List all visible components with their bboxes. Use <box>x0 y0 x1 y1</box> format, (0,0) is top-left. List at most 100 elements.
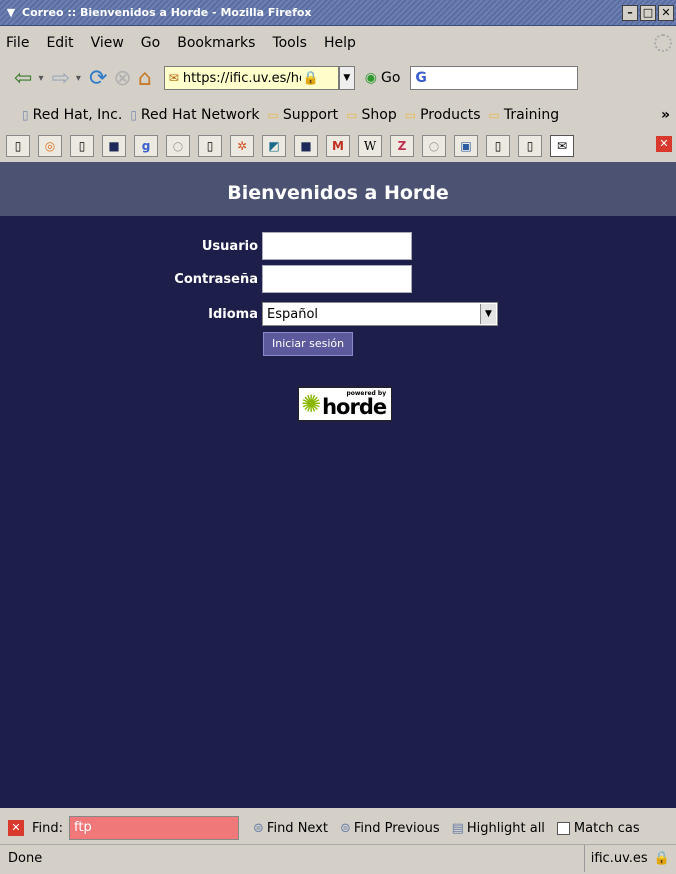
stop-icon[interactable]: ⊗ <box>113 66 131 91</box>
window-title: Correo :: Bienvenidos a Horde - Mozilla … <box>22 6 312 19</box>
lock-icon[interactable]: 🔒 <box>654 851 670 866</box>
highlight-icon: ▤ <box>451 820 464 836</box>
security-domain[interactable]: ific.uv.es 🔒 <box>583 845 676 872</box>
tab-circle-icon[interactable]: ○ <box>422 135 446 157</box>
bookmark-folder-support[interactable]: ▭ Support <box>267 107 338 123</box>
search-input[interactable]: G <box>410 66 579 90</box>
menu-tools[interactable]: Tools <box>272 35 307 51</box>
maximize-icon[interactable]: □ <box>640 4 656 21</box>
forward-icon[interactable]: ⇨ <box>51 66 69 91</box>
page-content: Bienvenidos a Horde Usuario Contraseña I… <box>0 162 676 808</box>
tab-wikipedia-icon[interactable]: W <box>358 135 382 157</box>
language-label: Idioma <box>208 306 258 322</box>
bookmarks-toolbar: ▯ Red Hat, Inc. ▯ Red Hat Network ▭ Supp… <box>0 100 676 130</box>
password-row: Contraseña <box>0 265 412 293</box>
find-next-button[interactable]: ⊜ Find Next <box>253 821 328 836</box>
bookmark-folder-products[interactable]: ▭ Products <box>405 107 481 123</box>
status-bar: Done ific.uv.es 🔒 <box>0 844 676 872</box>
bookmarks-overflow-chevron-icon[interactable]: » <box>661 107 670 123</box>
close-find-bar-icon[interactable]: ✕ <box>8 820 24 836</box>
go-button[interactable]: ◉ Go <box>365 70 401 86</box>
url-dropdown-icon[interactable]: ▼ <box>338 66 355 90</box>
tab-bar: ▯ ◎ ▯ ■ g ○ ▯ ✲ ◩ ■ M W Z ○ ▣ ▯ ▯ ✉ <box>0 132 676 160</box>
bookmark-label: Red Hat, Inc. <box>32 107 123 123</box>
language-select[interactable]: Español ▼ <box>262 302 498 326</box>
horde-name: horde <box>322 394 387 419</box>
tab-google-icon[interactable]: g <box>134 135 158 157</box>
menu-help[interactable]: Help <box>324 35 356 51</box>
window-menu-icon[interactable]: ▼ <box>4 6 18 20</box>
page-title: Bienvenidos a Horde <box>0 162 676 216</box>
find-bar: ✕ Find: ftp ⊜ Find Next ⊜ Find Previous … <box>0 814 676 842</box>
highlight-label: Highlight all <box>466 820 545 836</box>
navigation-toolbar: ⇦ ▾ ⇨ ▾ ⟳ ⊗ ⌂ ✉ https://ific.uv.es/hor 🔒… <box>0 58 676 98</box>
minimize-icon[interactable]: – <box>622 4 638 21</box>
horde-gear-icon: ✺ <box>301 390 322 418</box>
chevron-down-icon[interactable]: ▼ <box>480 304 496 324</box>
find-previous-button[interactable]: ⊜ Find Previous <box>340 821 440 836</box>
home-icon[interactable]: ⌂ <box>138 66 152 91</box>
page-icon: ▯ <box>130 108 137 122</box>
password-label: Contraseña <box>174 271 258 287</box>
password-input[interactable] <box>262 265 412 293</box>
close-tab-icon[interactable]: ✕ <box>656 136 672 152</box>
back-history-arrow-icon[interactable]: ▾ <box>38 73 43 84</box>
bookmark-red-hat-inc[interactable]: ▯ Red Hat, Inc. <box>22 107 122 123</box>
go-label: Go <box>381 70 401 86</box>
close-icon[interactable]: ✕ <box>658 4 674 21</box>
tab-z-icon[interactable]: Z <box>390 135 414 157</box>
login-button[interactable]: Iniciar sesión <box>263 332 354 356</box>
menu-edit[interactable]: Edit <box>46 35 73 51</box>
find-next-icon: ⊜ <box>253 820 264 836</box>
tab-blank-page-icon[interactable]: ▯ <box>70 135 94 157</box>
tab-dark-square-icon[interactable]: ■ <box>294 135 318 157</box>
find-previous-icon: ⊜ <box>339 820 351 836</box>
bookmark-folder-training[interactable]: ▭ Training <box>489 107 560 123</box>
bookmark-red-hat-network[interactable]: ▯ Red Hat Network <box>130 107 259 123</box>
url-text[interactable]: https://ific.uv.es/hor <box>183 71 301 86</box>
tab-mega-icon[interactable]: M <box>326 135 350 157</box>
bookmark-folder-shop[interactable]: ▭ Shop <box>346 107 397 123</box>
window-title-bar: ▼ Correo :: Bienvenidos a Horde - Mozill… <box>0 0 676 26</box>
bookmark-label: Training <box>503 107 560 123</box>
tab-ubuntu-icon[interactable]: ✲ <box>230 135 254 157</box>
language-row: Idioma Español ▼ <box>0 302 498 326</box>
lock-icon[interactable]: 🔒 <box>303 71 319 86</box>
menu-file[interactable]: File <box>6 35 29 51</box>
menu-go[interactable]: Go <box>141 35 160 51</box>
username-input[interactable] <box>262 232 412 260</box>
tab-blue-box-icon[interactable]: ▣ <box>454 135 478 157</box>
checkbox-icon[interactable] <box>556 821 570 835</box>
folder-icon: ▭ <box>404 108 417 122</box>
tab-blank-page-icon[interactable]: ▯ <box>518 135 542 157</box>
back-icon[interactable]: ⇦ <box>14 66 32 91</box>
page-icon: ▯ <box>22 108 29 122</box>
match-case-checkbox[interactable]: Match cas <box>556 820 640 836</box>
tab-dark-square-icon[interactable]: ■ <box>102 135 126 157</box>
find-input[interactable]: ftp <box>69 816 240 840</box>
go-icon: ◉ <box>364 70 377 86</box>
find-next-label: Find Next <box>266 820 328 836</box>
forward-history-arrow-icon[interactable]: ▾ <box>76 73 81 84</box>
bookmark-label: Products <box>420 107 481 123</box>
tab-firefox-icon[interactable]: ◎ <box>38 135 62 157</box>
mail-favicon-icon: ✉ <box>168 71 179 85</box>
match-case-label: Match cas <box>573 820 640 836</box>
menu-bookmarks[interactable]: Bookmarks <box>177 35 255 51</box>
tab-blank-page-icon[interactable]: ▯ <box>6 135 30 157</box>
tab-blank-page-icon[interactable]: ▯ <box>198 135 222 157</box>
highlight-all-button[interactable]: ▤ Highlight all <box>452 821 545 836</box>
google-icon[interactable]: G <box>415 70 427 86</box>
domain-text: ific.uv.es <box>590 851 648 866</box>
tab-blank-page-icon[interactable]: ▯ <box>486 135 510 157</box>
find-label: Find: <box>32 820 64 836</box>
tab-image-icon[interactable]: ◩ <box>262 135 286 157</box>
menu-view[interactable]: View <box>91 35 124 51</box>
bookmark-label: Red Hat Network <box>140 107 260 123</box>
tab-mail-icon[interactable]: ✉ <box>550 135 574 157</box>
powered-by-horde-logo[interactable]: ✺ powered by horde <box>298 387 392 421</box>
url-bar[interactable]: ✉ https://ific.uv.es/hor 🔒 <box>163 66 339 90</box>
reload-icon[interactable]: ⟳ <box>89 66 107 91</box>
throbber-icon <box>654 34 672 52</box>
tab-circle-icon[interactable]: ○ <box>166 135 190 157</box>
